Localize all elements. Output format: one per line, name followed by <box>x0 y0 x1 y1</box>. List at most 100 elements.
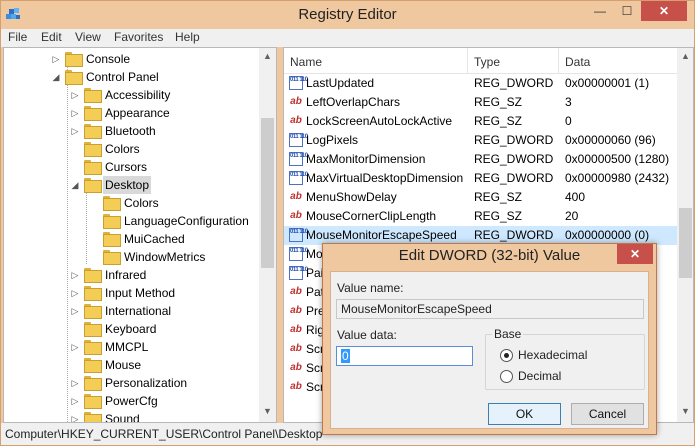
hexadecimal-radio[interactable] <box>500 349 513 362</box>
menu-favorites[interactable]: Favorites <box>114 30 163 44</box>
value-row[interactable]: 011 110 LogPixels REG_DWORD 0x00000060 (… <box>284 131 677 150</box>
expand-arrow-icon[interactable]: ▷ <box>70 284 80 302</box>
tree-item-label: Colors <box>105 142 140 156</box>
column-header-data[interactable]: Data <box>565 55 590 69</box>
value-row[interactable]: ab MouseCornerClipLength REG_SZ 20 <box>284 207 677 226</box>
scroll-up-arrow-icon[interactable]: ▲ <box>677 48 693 65</box>
tree-item-label: WindowMetrics <box>124 250 206 264</box>
value-data: 0x00000980 (2432) <box>565 171 670 185</box>
dialog-body: Value name: MouseMonitorEscapeSpeed Valu… <box>330 271 649 429</box>
folder-icon <box>103 232 121 247</box>
string-value-icon: ab <box>290 324 302 335</box>
list-header: Name Type Data <box>284 48 677 74</box>
tree-item-label: MMCPL <box>105 340 149 354</box>
folder-icon <box>84 358 102 373</box>
string-value-icon: ab <box>290 286 302 297</box>
expand-arrow-icon[interactable]: ▷ <box>70 410 80 422</box>
value-data: 0 <box>565 114 572 128</box>
expand-arrow-icon[interactable]: ▷ <box>70 104 80 122</box>
expand-arrow-icon[interactable]: ▷ <box>70 338 80 356</box>
tree-item-label: Infrared <box>105 268 147 282</box>
value-row[interactable]: ab LeftOverlapChars REG_SZ 3 <box>284 93 677 112</box>
expand-arrow-icon[interactable]: ▷ <box>51 50 61 68</box>
title-bar[interactable]: Registry Editor — ☐ ✕ <box>1 1 694 29</box>
menu-file[interactable]: File <box>8 30 27 44</box>
value-type: REG_SZ <box>474 190 523 204</box>
value-row[interactable]: 011 110 MaxMonitorDimension REG_DWORD 0x… <box>284 150 677 169</box>
cancel-button[interactable]: Cancel <box>571 403 644 425</box>
values-scrollbar[interactable]: ▲ ▼ <box>677 48 693 422</box>
folder-icon <box>84 394 102 409</box>
tree-item-label: Colors <box>124 196 159 210</box>
tree-item-label: LanguageConfiguration <box>124 214 249 228</box>
column-separator[interactable] <box>558 48 559 74</box>
value-data: 0x00000500 (1280) <box>565 152 670 166</box>
string-value-icon: ab <box>290 362 302 373</box>
dialog-close-button[interactable]: ✕ <box>617 244 653 264</box>
tree-scrollbar-thumb[interactable] <box>261 118 274 268</box>
value-row[interactable]: ab MenuShowDelay REG_SZ 400 <box>284 188 677 207</box>
decimal-radio[interactable] <box>500 370 513 383</box>
scroll-down-arrow-icon[interactable]: ▼ <box>677 403 693 420</box>
value-type: REG_DWORD <box>474 133 554 147</box>
expand-arrow-icon[interactable]: ▷ <box>70 266 80 284</box>
string-value-icon: ab <box>290 305 302 316</box>
close-button[interactable]: ✕ <box>641 1 687 21</box>
value-name: MouseCornerClipLength <box>306 209 437 223</box>
column-separator[interactable] <box>467 48 468 74</box>
string-value-icon: ab <box>290 210 302 221</box>
tree-scrollbar[interactable]: ▲ ▼ <box>259 48 276 422</box>
menu-edit[interactable]: Edit <box>41 30 62 44</box>
collapse-arrow-icon[interactable]: ◢ <box>70 176 80 194</box>
hexadecimal-label[interactable]: Hexadecimal <box>518 348 587 362</box>
expand-arrow-icon[interactable]: ▷ <box>70 122 80 140</box>
folder-icon <box>84 412 102 422</box>
value-data: 20 <box>565 209 579 223</box>
menu-help[interactable]: Help <box>175 30 200 44</box>
value-data: 0x00000001 (1) <box>565 76 650 90</box>
menu-view[interactable]: View <box>75 30 101 44</box>
dword-value-icon: 011 110 <box>289 247 308 261</box>
column-header-type[interactable]: Type <box>474 55 500 69</box>
scroll-down-arrow-icon[interactable]: ▼ <box>259 403 276 420</box>
value-name: Mo <box>306 247 323 261</box>
expand-arrow-icon[interactable]: ▷ <box>70 374 80 392</box>
folder-icon <box>84 268 102 283</box>
registry-key-tree[interactable]: ▷ Console ◢ Control Panel ▷ Accessibilit… <box>3 47 277 423</box>
tree-item-label: Keyboard <box>105 322 157 336</box>
value-row[interactable]: ab LockScreenAutoLockActive REG_SZ 0 <box>284 112 677 131</box>
expand-arrow-icon[interactable]: ▷ <box>70 302 80 320</box>
tree-item-label: Personalization <box>105 376 188 390</box>
values-scrollbar-thumb[interactable] <box>679 208 692 278</box>
expand-arrow-icon[interactable]: ▷ <box>70 86 80 104</box>
value-data-input[interactable]: 0 <box>336 346 473 366</box>
folder-icon <box>103 214 121 229</box>
scroll-up-arrow-icon[interactable]: ▲ <box>259 48 276 65</box>
folder-icon <box>84 160 102 175</box>
dword-value-icon: 011 110 <box>289 152 308 166</box>
tree-item-label: Console <box>86 52 131 66</box>
ok-button[interactable]: OK <box>488 403 561 425</box>
value-type: REG_SZ <box>474 209 523 223</box>
value-row[interactable]: 011 110 LastUpdated REG_DWORD 0x00000001… <box>284 74 677 93</box>
value-name: MenuShowDelay <box>306 190 397 204</box>
base-label: Base <box>492 327 524 341</box>
string-value-icon: ab <box>290 96 302 107</box>
collapse-arrow-icon[interactable]: ◢ <box>51 68 61 86</box>
tree-item-label: International <box>105 304 172 318</box>
folder-icon <box>84 142 102 157</box>
expand-arrow-icon[interactable]: ▷ <box>70 392 80 410</box>
value-data-text: 0 <box>341 349 350 363</box>
dialog-title: Edit DWORD (32-bit) Value <box>398 247 581 264</box>
decimal-label[interactable]: Decimal <box>518 369 561 383</box>
folder-icon <box>84 322 102 337</box>
string-value-icon: ab <box>290 343 302 354</box>
value-row[interactable]: 011 110 MaxVirtualDesktopDimension REG_D… <box>284 169 677 188</box>
tree-item-label: MuiCached <box>124 232 185 246</box>
maximize-button[interactable]: ☐ <box>614 1 640 21</box>
column-header-name[interactable]: Name <box>290 55 322 69</box>
folder-open-icon <box>84 178 102 193</box>
minimize-button[interactable]: — <box>587 1 613 21</box>
tree-item-label: Accessibility <box>105 88 171 102</box>
tree-item-label: Desktop <box>103 176 152 194</box>
